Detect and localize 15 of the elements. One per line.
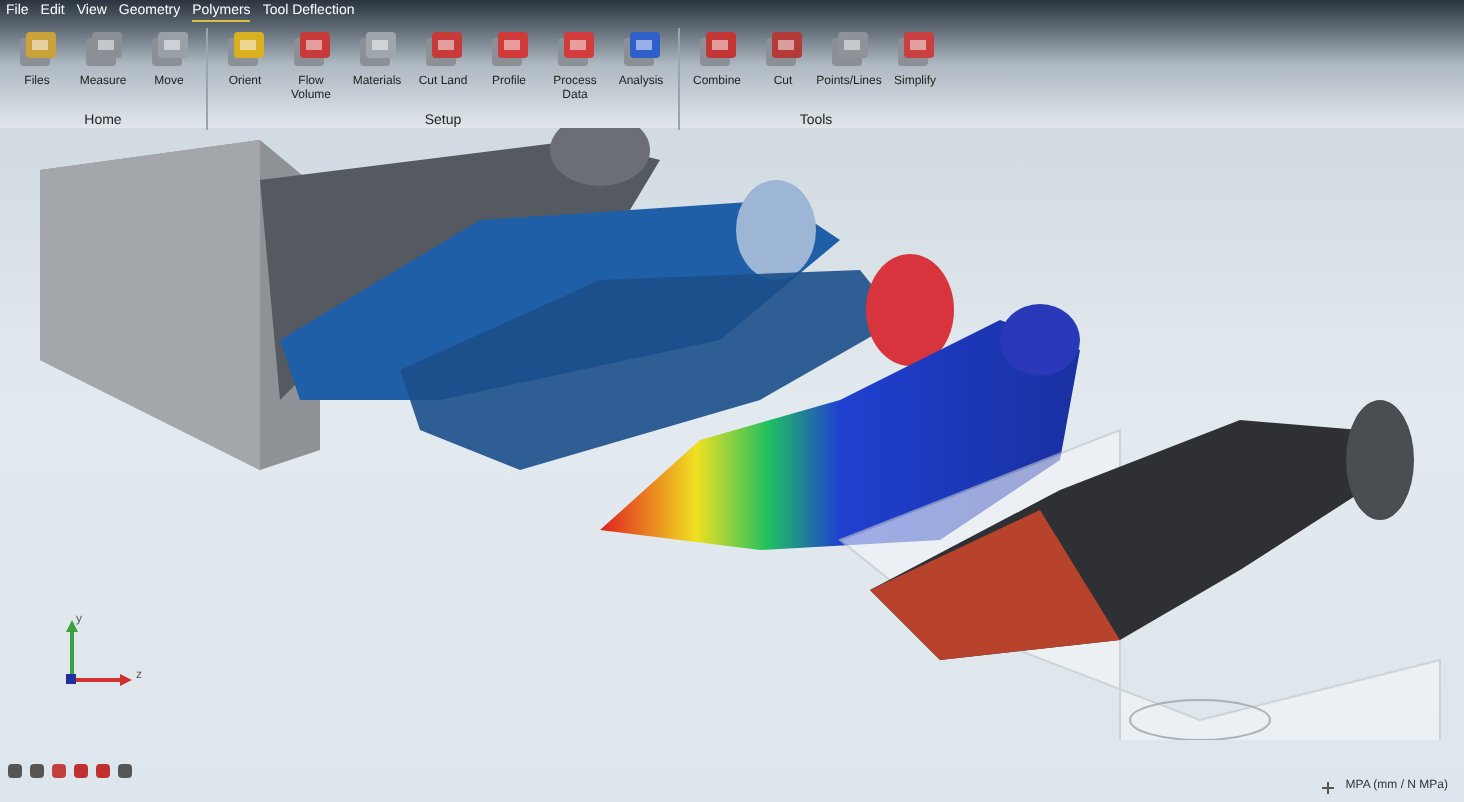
tool-icon bbox=[553, 28, 597, 72]
tool-icon bbox=[289, 28, 333, 72]
tool-icon bbox=[619, 28, 663, 72]
tool-icon bbox=[147, 28, 191, 72]
crosshair-icon bbox=[1321, 781, 1334, 793]
tool-icon bbox=[827, 28, 871, 72]
tool-icon bbox=[695, 28, 739, 72]
tool-icon bbox=[487, 28, 531, 72]
tool-icon bbox=[15, 28, 59, 72]
tool-icon bbox=[81, 28, 125, 72]
tool-icon bbox=[223, 28, 267, 72]
tool-icon bbox=[893, 28, 937, 72]
tool-icon bbox=[421, 28, 465, 72]
tool-icon bbox=[355, 28, 399, 72]
tool-icon bbox=[761, 28, 805, 72]
